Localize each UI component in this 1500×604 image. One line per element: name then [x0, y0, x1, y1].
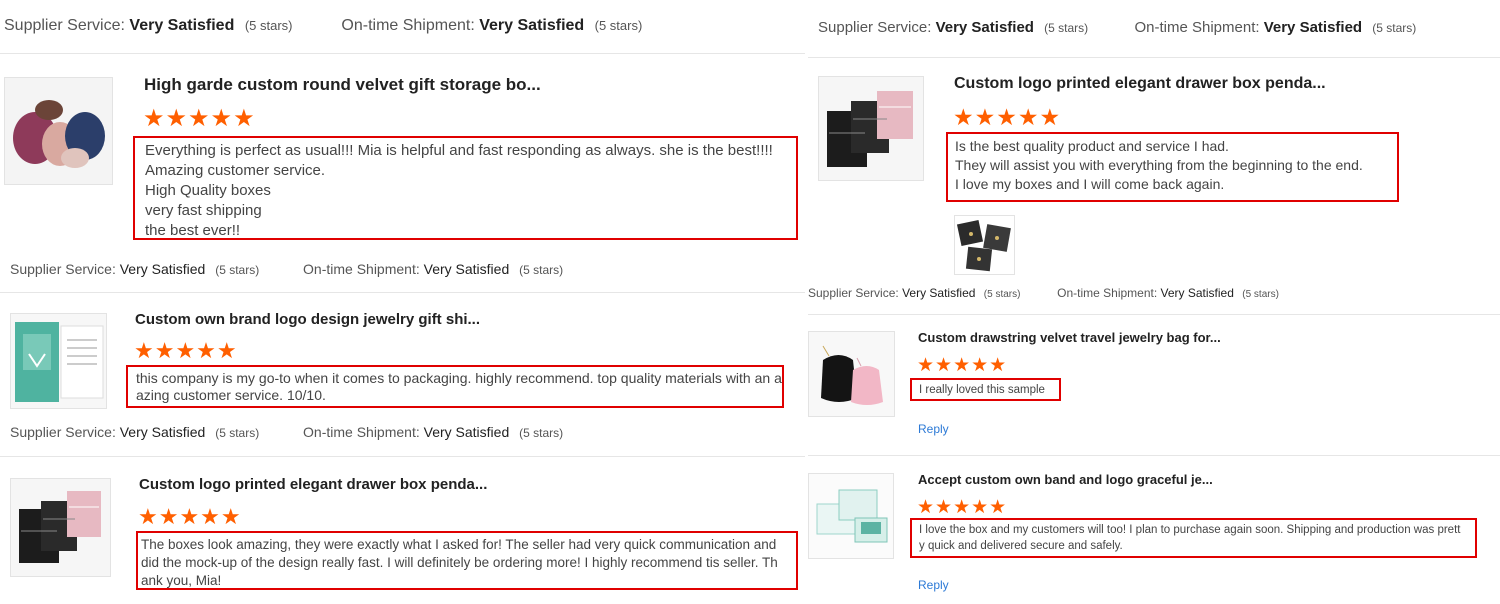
- clear-boxes-image: [809, 474, 893, 558]
- velvet-bags-image: [809, 332, 894, 416]
- review-text: Everything is perfect as usual!!! Mia is…: [133, 136, 798, 240]
- supplier-service-label: Supplier Service:: [4, 17, 125, 34]
- divider: [808, 57, 1500, 58]
- rating-summary: Supplier Service: Very Satisfied (5 star…: [10, 424, 564, 440]
- velvet-pouches-image: [5, 78, 112, 184]
- divider: [0, 456, 805, 457]
- star-rating: ★★★★★: [917, 355, 1008, 376]
- review-text: this company is my go-to when it comes t…: [126, 365, 784, 408]
- ontime-shipment-stars: (5 stars): [594, 18, 643, 33]
- product-title[interactable]: Custom logo printed elegant drawer box p…: [139, 476, 487, 493]
- drawer-boxes-image: [11, 479, 110, 576]
- product-title[interactable]: Accept custom own band and logo graceful…: [918, 472, 1213, 487]
- divider: [808, 314, 1500, 315]
- divider: [0, 292, 805, 293]
- star-rating: ★★★★★: [953, 104, 1062, 130]
- product-thumbnail[interactable]: [808, 331, 895, 417]
- product-thumbnail[interactable]: [10, 313, 107, 409]
- review-text: The boxes look amazing, they were exactl…: [136, 531, 798, 590]
- product-title[interactable]: Custom logo printed elegant drawer box p…: [954, 75, 1326, 93]
- review-text: I love the box and my customers will too…: [910, 518, 1477, 558]
- divider: [0, 53, 805, 54]
- gift-card-image: [11, 314, 106, 408]
- star-rating: ★★★★★: [138, 504, 242, 529]
- product-thumbnail[interactable]: [10, 478, 111, 577]
- product-title[interactable]: Custom drawstring velvet travel jewelry …: [918, 330, 1221, 345]
- star-rating: ★★★★★: [143, 105, 256, 132]
- ontime-shipment-value: Very Satisfied: [479, 17, 585, 34]
- rating-summary: Supplier Service: Very Satisfied (5 star…: [808, 286, 1279, 300]
- product-thumbnail[interactable]: [808, 473, 894, 559]
- supplier-service-value: Very Satisfied: [129, 17, 235, 34]
- drawer-boxes-image: [819, 77, 923, 180]
- rating-summary: Supplier Service: Very Satisfied (5 star…: [4, 17, 642, 35]
- reply-link[interactable]: Reply: [918, 422, 949, 436]
- star-rating: ★★★★★: [134, 338, 238, 363]
- review-photo[interactable]: [954, 215, 1015, 275]
- product-title[interactable]: High garde custom round velvet gift stor…: [144, 75, 541, 95]
- rating-summary: Supplier Service: Very Satisfied (5 star…: [818, 19, 1417, 36]
- divider: [808, 455, 1500, 456]
- product-title[interactable]: Custom own brand logo design jewelry gif…: [135, 311, 480, 328]
- review-text: I really loved this sample: [910, 378, 1061, 401]
- rating-summary: Supplier Service: Very Satisfied (5 star…: [10, 261, 564, 277]
- product-thumbnail[interactable]: [4, 77, 113, 185]
- reply-link[interactable]: Reply: [918, 578, 949, 592]
- star-rating: ★★★★★: [917, 497, 1008, 518]
- ontime-shipment-label: On-time Shipment:: [341, 17, 475, 34]
- supplier-service-stars: (5 stars): [244, 18, 293, 33]
- review-text: Is the best quality product and service …: [946, 132, 1399, 202]
- product-thumbnail[interactable]: [818, 76, 924, 181]
- boxes-photo-image: [955, 216, 1014, 274]
